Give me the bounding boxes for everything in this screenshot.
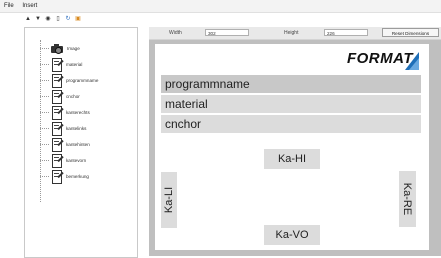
document-edit-icon xyxy=(51,121,64,136)
label-canvas[interactable]: FORMAT programmname material cnchor Ka-H… xyxy=(155,44,429,250)
tree-item-kantelinks[interactable]: kantelinks xyxy=(40,121,87,136)
label-kante-vorn[interactable]: Ka-VO xyxy=(264,225,320,245)
tree-item-label: cnchor xyxy=(66,93,80,99)
tree-item-label: kantehinten xyxy=(66,141,90,147)
dimensions-bar: Width 302 Height 226 Reset Dimensions xyxy=(149,27,441,40)
document-edit-icon xyxy=(51,105,64,120)
document-edit-icon xyxy=(51,137,64,152)
field-cnchor[interactable]: cnchor xyxy=(161,115,421,133)
trash-icon[interactable]: ▯ xyxy=(54,15,62,23)
image-icon[interactable]: ▣ xyxy=(74,15,82,23)
label-kante-vorn-text: Ka-VO xyxy=(275,229,309,241)
camera-icon xyxy=(51,43,64,54)
tree-item-label: kantelinks xyxy=(66,125,87,131)
tree-item-label: kanterechts xyxy=(66,109,90,115)
tree-item-material[interactable]: material xyxy=(40,57,83,72)
field-programmname[interactable]: programmname xyxy=(161,75,421,93)
width-input[interactable]: 302 xyxy=(205,29,249,36)
logo-mark-icon xyxy=(405,52,419,70)
tree-item-kantevorn[interactable]: kantevorn xyxy=(40,153,87,168)
tree-item-bemerkung[interactable]: bemerkung xyxy=(40,169,89,184)
tree-item-programmname[interactable]: programmname xyxy=(40,73,99,88)
menu-file[interactable]: File xyxy=(1,0,17,12)
refresh-icon[interactable]: ↻ xyxy=(64,15,72,23)
design-area: FORMAT programmname material cnchor Ka-H… xyxy=(149,40,441,256)
tree-item-label: programmname xyxy=(66,77,99,83)
menu-insert[interactable]: Insert xyxy=(19,0,40,12)
tree-item-label: bemerkung xyxy=(66,173,89,179)
tree-item-kanterechts[interactable]: kanterechts xyxy=(40,105,90,120)
document-edit-icon xyxy=(51,89,64,104)
field-material[interactable]: material xyxy=(161,95,421,113)
format-logo: FORMAT xyxy=(333,46,423,74)
document-edit-icon xyxy=(51,73,64,88)
reset-dimensions-button[interactable]: Reset Dimensions xyxy=(382,28,439,37)
label-kante-links[interactable]: Ka-LI xyxy=(161,172,177,228)
arrow-up-icon[interactable]: ▲ xyxy=(24,15,32,23)
tree-item-label: kantevorn xyxy=(66,157,87,163)
tree-item-kantehinten[interactable]: kantehinten xyxy=(40,137,90,152)
document-edit-icon xyxy=(51,57,64,72)
menu-bar: File Insert xyxy=(0,0,441,13)
element-tree: Image material programmname cnchor kante… xyxy=(24,27,138,258)
height-label: Height xyxy=(284,30,299,36)
arrow-down-icon[interactable]: ▼ xyxy=(34,15,42,23)
label-kante-hinten-text: Ka-HI xyxy=(277,153,307,165)
tree-item-label: Image xyxy=(67,45,80,51)
document-edit-icon xyxy=(51,169,64,184)
toolbar: ▲ ▼ ◉ ▯ ↻ ▣ xyxy=(24,14,82,24)
width-label: Width xyxy=(169,30,182,36)
tree-item-label: material xyxy=(66,61,83,67)
label-kante-hinten[interactable]: Ka-HI xyxy=(264,149,320,169)
document-edit-icon xyxy=(51,153,64,168)
tree-item-image[interactable]: Image xyxy=(40,41,80,55)
label-kante-rechts-text: Ka-RE xyxy=(401,182,414,216)
height-input[interactable]: 226 xyxy=(324,29,368,36)
tree-item-cnchor[interactable]: cnchor xyxy=(40,89,80,104)
label-kante-rechts[interactable]: Ka-RE xyxy=(399,171,416,227)
label-kante-links-text: Ka-LI xyxy=(163,186,176,214)
eye-icon[interactable]: ◉ xyxy=(44,15,52,23)
